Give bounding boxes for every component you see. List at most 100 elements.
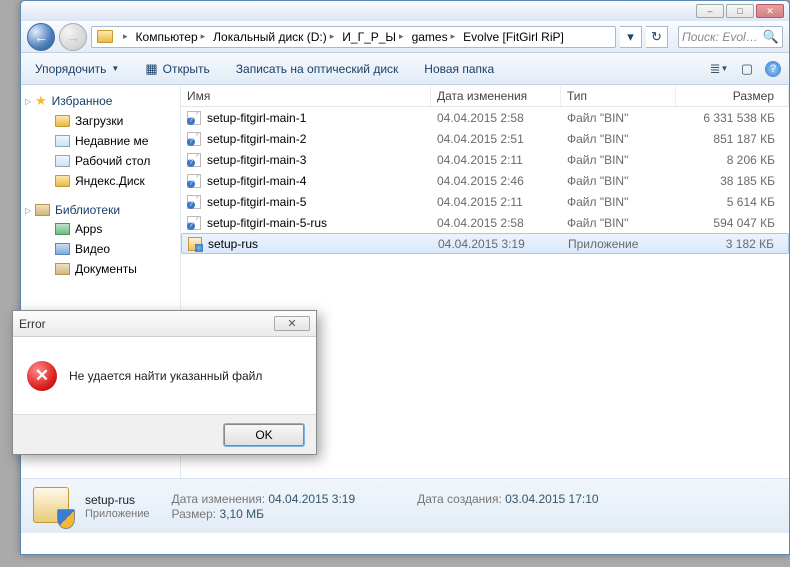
file-type: Файл "BIN": [561, 216, 676, 230]
file-name: setup-fitgirl-main-4: [207, 174, 306, 188]
breadcrumb-sep[interactable]: ▸: [116, 30, 132, 43]
error-ok-button[interactable]: OK: [224, 424, 304, 446]
new-folder-button[interactable]: Новая папка: [418, 59, 500, 79]
explorer-window: ‒ □ ✕ ← → ▸ Компьютер▸ Локальный диск (D…: [20, 0, 790, 555]
sidebar-item-apps[interactable]: Apps: [21, 219, 180, 239]
file-type: Файл "BIN": [561, 111, 676, 125]
file-row[interactable]: ?setup-fitgirl-main-204.04.2015 2:51Файл…: [181, 128, 789, 149]
sidebar-item-video[interactable]: Видео: [21, 239, 180, 259]
open-icon: ▦: [145, 61, 157, 77]
file-row[interactable]: ? setup-fitgirl-main-5 04.04.2015 2:11Файл…: [181, 191, 789, 212]
titlebar: ‒ □ ✕: [21, 1, 789, 21]
status-created-label: Дата создания:: [417, 492, 502, 506]
minimize-button[interactable]: ‒: [696, 4, 724, 18]
breadcrumb-item[interactable]: Компьютер▸: [132, 29, 210, 45]
file-size: 5 614 КБ: [676, 195, 789, 209]
status-size-value: 3,10 МБ: [219, 507, 264, 521]
error-title: Error: [19, 317, 46, 331]
file-icon: ?: [187, 216, 201, 230]
breadcrumb-item[interactable]: games▸: [408, 29, 460, 45]
maximize-button[interactable]: □: [726, 4, 754, 18]
view-mode-button[interactable]: ≣ ▼: [709, 59, 729, 79]
file-type: Файл "BIN": [561, 195, 676, 209]
file-size: 594 047 КБ: [676, 216, 789, 230]
file-date: 04.04.2015 2:11: [431, 195, 561, 209]
sidebar-item-documents[interactable]: Документы: [21, 259, 180, 279]
sidebar-favorites-header[interactable]: ▷★Избранное: [21, 91, 180, 111]
folder-icon: [97, 30, 113, 43]
search-placeholder: Поиск: Evol…: [682, 30, 758, 44]
preview-pane-button[interactable]: ▢: [737, 59, 757, 79]
refresh-button[interactable]: ↻: [646, 26, 668, 48]
status-bar: setup-rus Приложение Дата изменения: 04.…: [21, 478, 789, 533]
file-type: Файл "BIN": [561, 174, 676, 188]
breadcrumb-item[interactable]: И_Г_Р_Ы▸: [338, 29, 407, 45]
address-bar[interactable]: ▸ Компьютер▸ Локальный диск (D:)▸ И_Г_Р_…: [91, 26, 616, 48]
breadcrumb-item[interactable]: Локальный диск (D:)▸: [209, 29, 338, 45]
column-headers: Имя Дата изменения Тип Размер: [181, 85, 789, 107]
error-close-button[interactable]: ✕: [274, 316, 310, 331]
sidebar-libraries-header[interactable]: ▷Библиотеки: [21, 201, 180, 219]
status-created-value: 03.04.2015 17:10: [505, 492, 598, 506]
organize-button[interactable]: Упорядочить▼: [29, 59, 125, 79]
file-size: 851 187 КБ: [676, 132, 789, 146]
star-icon: ★: [35, 93, 47, 109]
desktop-icon: [55, 155, 70, 167]
documents-icon: [55, 263, 70, 275]
forward-button[interactable]: →: [59, 23, 87, 51]
nav-bar: ← → ▸ Компьютер▸ Локальный диск (D:)▸ И_…: [21, 21, 789, 53]
status-name: setup-rus: [85, 493, 150, 507]
error-icon: ✕: [27, 361, 57, 391]
file-icon: ?: [187, 111, 201, 125]
file-row[interactable]: ?setup-fitgirl-main-5-rus04.04.2015 2:58…: [181, 212, 789, 233]
folder-icon: [55, 175, 70, 187]
file-date: 04.04.2015 2:51: [431, 132, 561, 146]
file-icon: ?: [187, 195, 201, 209]
toolbar: Упорядочить▼ ▦Открыть Записать на оптиче…: [21, 53, 789, 85]
sidebar-item-recent[interactable]: Недавние ме: [21, 131, 180, 151]
history-dropdown[interactable]: ▾: [620, 26, 642, 48]
file-name: setup-fitgirl-main-1: [207, 111, 306, 125]
folder-icon: [55, 115, 70, 127]
video-icon: [55, 243, 70, 255]
status-size-label: Размер:: [172, 507, 217, 521]
help-button[interactable]: ?: [765, 61, 781, 77]
file-name: setup-fitgirl-main-5-rus: [207, 216, 327, 230]
file-name: setup-fitgirl-main-5: [207, 195, 306, 209]
file-size: 6 331 538 КБ: [676, 111, 789, 125]
error-titlebar[interactable]: Error ✕: [13, 311, 316, 337]
file-size: 8 206 КБ: [676, 153, 789, 167]
file-row[interactable]: ?setup-fitgirl-main-404.04.2015 2:46Файл…: [181, 170, 789, 191]
breadcrumb-item[interactable]: Evolve [FitGirl RiP]: [459, 29, 568, 45]
file-row[interactable]: ?setup-fitgirl-main-304.04.2015 2:11Файл…: [181, 149, 789, 170]
file-name: setup-fitgirl-main-3: [207, 153, 306, 167]
library-icon: [35, 204, 50, 216]
sidebar-item-downloads[interactable]: Загрузки: [21, 111, 180, 131]
search-input[interactable]: Поиск: Evol… 🔍: [678, 26, 783, 48]
back-button[interactable]: ←: [27, 23, 55, 51]
col-name[interactable]: Имя: [181, 86, 431, 106]
col-date[interactable]: Дата изменения: [431, 86, 561, 106]
file-row[interactable]: setup-rus 04.04.2015 3:19Приложение3 182 …: [181, 233, 789, 254]
file-date: 04.04.2015 2:46: [431, 174, 561, 188]
error-message: Не удается найти указанный файл: [69, 369, 262, 383]
open-button[interactable]: ▦Открыть: [139, 58, 215, 80]
col-type[interactable]: Тип: [561, 86, 676, 106]
error-dialog: Error ✕ ✕ Не удается найти указанный фай…: [12, 310, 317, 455]
status-file-icon: [31, 485, 73, 527]
status-date-value: 04.04.2015 3:19: [268, 492, 355, 506]
burn-button[interactable]: Записать на оптический диск: [230, 59, 405, 79]
file-date: 04.04.2015 2:58: [431, 111, 561, 125]
file-date: 04.04.2015 2:11: [431, 153, 561, 167]
close-button[interactable]: ✕: [756, 4, 784, 18]
search-icon: 🔍: [763, 29, 779, 45]
sidebar-item-desktop[interactable]: Рабочий стол: [21, 151, 180, 171]
file-size: 3 182 КБ: [677, 237, 788, 251]
file-name: setup-rus: [208, 237, 258, 251]
file-date: 04.04.2015 3:19: [432, 237, 562, 251]
file-type: Приложение: [562, 237, 677, 251]
file-row[interactable]: ? setup-fitgirl-main-1 04.04.2015 2:58Файл…: [181, 107, 789, 128]
col-size[interactable]: Размер: [676, 86, 789, 106]
status-type: Приложение: [85, 508, 150, 520]
sidebar-item-yandex[interactable]: Яндекс.Диск: [21, 171, 180, 191]
